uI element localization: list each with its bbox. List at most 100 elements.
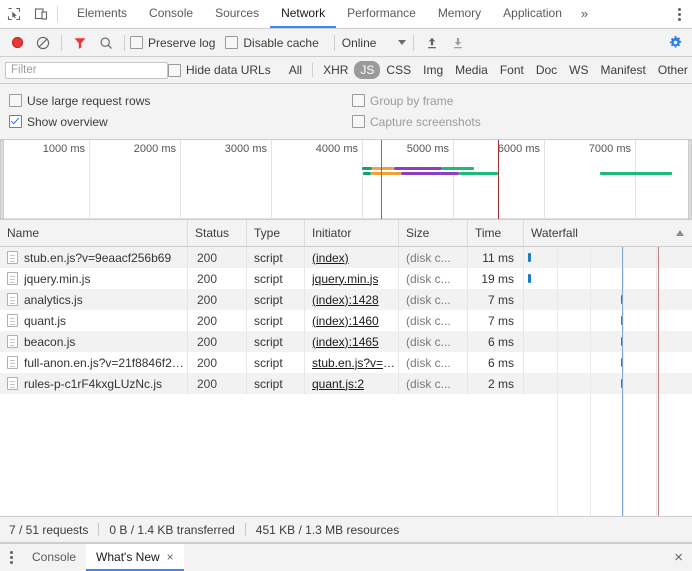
cell-waterfall [524,289,692,310]
cell-initiator: jquery.min.js [305,268,399,289]
tab-elements[interactable]: Elements [66,0,138,28]
type-filter-xhr[interactable]: XHR [317,61,354,79]
inspect-element-icon[interactable] [0,0,27,28]
import-har-button[interactable] [419,31,445,55]
throttling-value: Online [341,35,377,50]
table-row[interactable]: stub.en.js?v=9eaacf256b69 200 script (index… [0,247,692,268]
cell-time: 11 ms [468,247,524,268]
type-filter-manifest[interactable]: Manifest [595,61,652,79]
cell-status: 200 [188,289,247,310]
devtools-tabbar: Elements Console Sources Network Perform… [0,0,692,29]
initiator-link[interactable]: stub.en.js?v=9... [312,356,398,370]
settings-row-2: Show overview Capture screenshots [0,111,692,132]
column-header-status[interactable]: Status [188,220,247,246]
drawer-tab-console[interactable]: Console [22,544,86,571]
type-filter-media[interactable]: Media [449,61,494,79]
initiator-link[interactable]: quant.js:2 [312,377,364,391]
request-name: rules-p-c1rF4kxgLUzNc.js [24,376,163,391]
network-overview[interactable]: 1000 ms 2000 ms 3000 ms 4000 ms 5000 ms 6000 … [0,140,692,220]
chevron-down-icon [398,40,407,45]
cell-time: 2 ms [468,373,524,394]
use-large-request-rows-checkbox[interactable]: Use large request rows [9,94,150,108]
initiator-link[interactable]: jquery.min.js [312,272,378,286]
network-toolbar: Preserve log Disable cache Online [0,29,692,57]
tab-application[interactable]: Application [492,0,573,28]
initiator-link[interactable]: (index):1465 [312,335,379,349]
device-toolbar-icon[interactable] [27,0,54,28]
table-row[interactable]: analytics.js 200 script (index):1428 (disk c… [0,289,692,310]
column-header-waterfall[interactable]: Waterfall [524,220,692,246]
column-header-name[interactable]: Name [0,220,188,246]
type-filter-font[interactable]: Font [494,61,530,79]
tab-console[interactable]: Console [138,0,204,28]
initiator-link[interactable]: (index) [312,251,349,265]
cell-name: stub.en.js?v=9eaacf256b69 [0,247,188,268]
request-name: beacon.js [24,334,76,349]
column-header-label: Waterfall [531,226,578,240]
cell-status: 200 [188,352,247,373]
table-row[interactable]: full-anon.en.js?v=21f8846f26... 200 script… [0,352,692,373]
type-filter-img[interactable]: Img [417,61,449,79]
show-overview-checkbox[interactable]: Show overview [9,115,108,129]
group-by-frame-checkbox[interactable]: Group by frame [352,94,453,108]
column-header-type[interactable]: Type [247,220,305,246]
cell-waterfall [524,268,692,289]
cell-name: beacon.js [0,331,188,352]
drawer-tab-whats-new[interactable]: What's New × [86,544,184,571]
hide-data-urls-checkbox[interactable]: Hide data URLs [168,63,271,77]
cell-waterfall [524,310,692,331]
tab-sources[interactable]: Sources [204,0,270,28]
more-tabs-button[interactable]: » [573,0,596,28]
overview-request-bar [442,167,474,170]
capture-screenshots-checkbox[interactable]: Capture screenshots [352,115,481,129]
overview-request-bar [401,172,459,175]
waterfall-bar [621,358,624,367]
cell-type: script [247,310,305,331]
search-button[interactable] [93,31,119,55]
cell-time: 7 ms [468,289,524,310]
settings-button[interactable] [662,31,688,55]
record-button[interactable] [4,31,30,55]
type-filter-js[interactable]: JS [354,61,381,79]
drawer-close-icon[interactable]: × [674,550,683,565]
column-header-label: Initiator [312,226,352,240]
close-icon[interactable]: × [167,551,174,563]
tab-performance[interactable]: Performance [336,0,427,28]
overview-bars [0,161,692,219]
preserve-log-checkbox[interactable]: Preserve log [130,36,215,50]
initiator-link[interactable]: (index):1460 [312,314,379,328]
column-header-size[interactable]: Size [399,220,468,246]
clear-button[interactable] [30,31,56,55]
throttling-select[interactable]: Online [340,36,409,50]
cell-size: (disk c... [399,373,468,394]
overview-window-left-handle[interactable] [0,140,4,219]
table-row[interactable]: rules-p-c1rF4kxgLUzNc.js 200 script quant.j… [0,373,692,394]
disable-cache-checkbox[interactable]: Disable cache [225,36,319,50]
main-menu-icon[interactable] [666,7,692,21]
type-filter-all[interactable]: All [283,61,308,79]
filter-input[interactable] [5,61,168,79]
table-row[interactable]: beacon.js 200 script (index):1465 (disk c...… [0,331,692,352]
type-filter-other[interactable]: Other [652,61,692,79]
initiator-link[interactable]: (index):1428 [312,293,379,307]
sort-ascending-icon [676,230,684,236]
filter-button[interactable] [67,31,93,55]
type-filter-css[interactable]: CSS [380,61,417,79]
type-filter-doc[interactable]: Doc [530,61,563,79]
column-header-time[interactable]: Time [468,220,524,246]
table-row[interactable]: quant.js 200 script (index):1460 (disk c... 7… [0,310,692,331]
cell-size: (disk c... [399,310,468,331]
tab-memory[interactable]: Memory [427,0,492,28]
drawer-menu-icon[interactable] [0,544,22,571]
export-har-button[interactable] [445,31,471,55]
overview-window-right-handle[interactable] [688,140,692,219]
record-icon [11,37,23,48]
column-header-initiator[interactable]: Initiator [305,220,399,246]
network-status-bar: 7 / 51 requests 0 B / 1.4 KB transferred… [0,517,692,543]
table-row[interactable]: jquery.min.js 200 script jquery.min.js (disk… [0,268,692,289]
script-file-icon [7,377,18,390]
cell-size: (disk c... [399,289,468,310]
tab-network[interactable]: Network [270,0,337,28]
type-filter-ws[interactable]: WS [563,61,594,79]
cell-size: (disk c... [399,247,468,268]
